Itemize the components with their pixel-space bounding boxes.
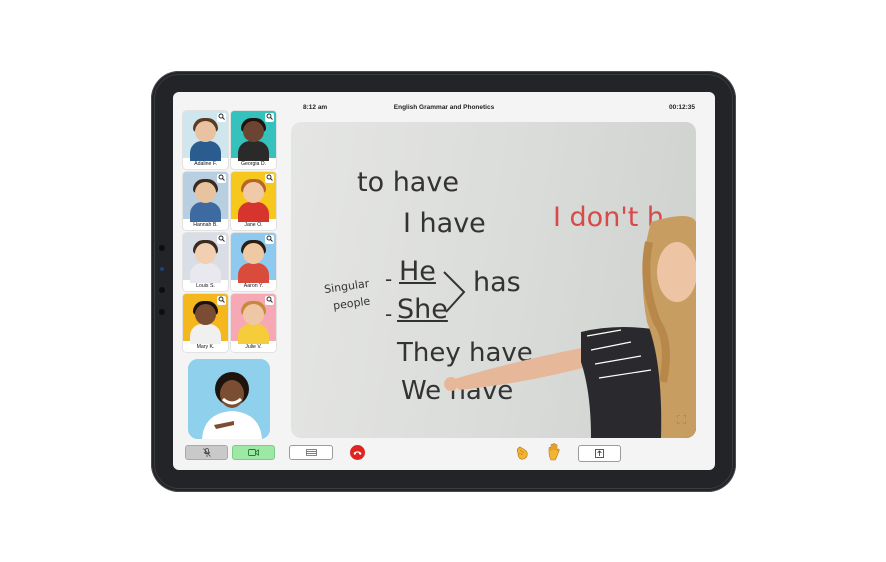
sensor-dot bbox=[160, 267, 164, 271]
expand-icon[interactable] bbox=[677, 415, 686, 424]
magnifier-icon[interactable] bbox=[217, 174, 226, 183]
raise-hand-button[interactable] bbox=[547, 443, 562, 461]
magnifier-icon[interactable] bbox=[265, 113, 274, 122]
layout-list-icon bbox=[305, 449, 317, 456]
share-icon bbox=[595, 449, 604, 458]
clap-icon bbox=[516, 446, 528, 460]
share-screen-button[interactable] bbox=[578, 445, 621, 462]
participant-tile[interactable]: Jane O. bbox=[231, 172, 276, 230]
mic-muted-icon bbox=[202, 448, 211, 457]
magnifier-icon[interactable] bbox=[265, 235, 274, 244]
layout-button[interactable] bbox=[289, 445, 333, 460]
elapsed-timer: 00:12:35 bbox=[668, 104, 695, 111]
participant-name: Louis S. bbox=[196, 283, 215, 289]
main-video[interactable]: to have I have I don't h Singular people… bbox=[291, 122, 696, 438]
participant-name: Aaron Y. bbox=[243, 283, 264, 289]
camera-toggle-button[interactable] bbox=[232, 445, 275, 460]
clap-reaction-button[interactable] bbox=[514, 444, 531, 461]
participant-tile[interactable]: Georgia D. bbox=[231, 111, 276, 169]
participant-name: Julie V. bbox=[245, 344, 262, 350]
camera-icon bbox=[248, 449, 259, 456]
participant-tile[interactable]: Louis S. bbox=[183, 233, 228, 291]
participant-name: Jane O. bbox=[244, 222, 263, 228]
phone-hangup-icon bbox=[353, 450, 362, 455]
tablet-frame: 8:12 am English Grammar and Phonetics 00… bbox=[151, 71, 736, 492]
participant-tile[interactable]: Julie V. bbox=[231, 294, 276, 352]
participant-tile[interactable]: Adaline F. bbox=[183, 111, 228, 169]
participant-tile[interactable]: Hannah B. bbox=[183, 172, 228, 230]
participant-grid: Adaline F. Georgia D. Hannah B. Jane O. Loui… bbox=[183, 111, 277, 352]
mute-mic-button[interactable] bbox=[185, 445, 228, 460]
end-call-button[interactable] bbox=[350, 445, 365, 460]
front-sensor bbox=[159, 287, 165, 293]
front-camera bbox=[159, 245, 165, 251]
app-screen: 8:12 am English Grammar and Phonetics 00… bbox=[173, 92, 715, 470]
class-title: English Grammar and Phonetics bbox=[393, 104, 495, 111]
participant-name: Adaline F. bbox=[194, 161, 217, 167]
participant-name: Hannah B. bbox=[193, 222, 218, 228]
participant-tile[interactable]: Aaron Y. bbox=[231, 233, 276, 291]
raise-hand-icon bbox=[548, 443, 560, 461]
participant-name: Mary K. bbox=[196, 344, 215, 350]
front-sensor-2 bbox=[159, 309, 165, 315]
participant-tile[interactable]: Mary K. bbox=[183, 294, 228, 352]
magnifier-icon[interactable] bbox=[217, 235, 226, 244]
self-view-photo bbox=[188, 359, 270, 439]
magnifier-icon[interactable] bbox=[265, 174, 274, 183]
magnifier-icon[interactable] bbox=[217, 296, 226, 305]
self-view-video[interactable] bbox=[188, 359, 270, 439]
teacher-figure bbox=[444, 216, 696, 438]
participant-name: Georgia D. bbox=[240, 161, 267, 167]
magnifier-icon[interactable] bbox=[265, 296, 274, 305]
magnifier-icon[interactable] bbox=[217, 113, 226, 122]
